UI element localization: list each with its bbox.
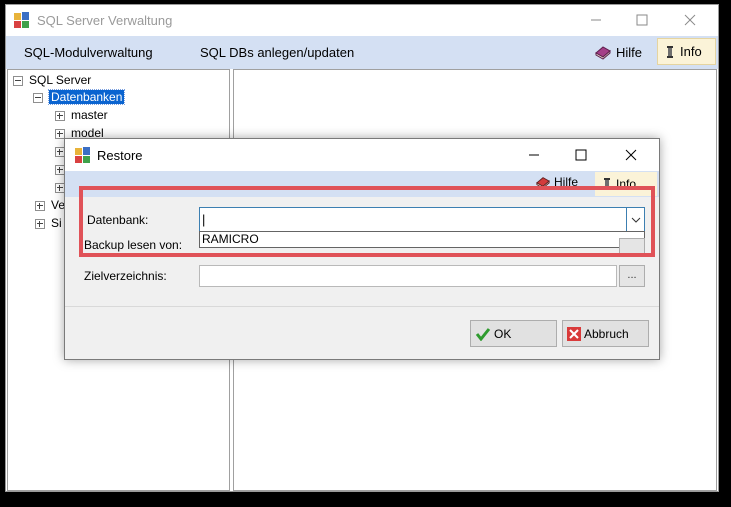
hilfe-label: Hilfe xyxy=(616,44,643,60)
tree-node-sql-server[interactable]: SQL Server xyxy=(13,72,91,89)
main-title-bar: SQL Server Verwaltung xyxy=(6,5,718,36)
cancel-icon xyxy=(567,326,581,341)
dialog-maximize-button[interactable] xyxy=(558,140,604,170)
info-button[interactable]: Info xyxy=(657,38,716,65)
expand-icon[interactable] xyxy=(35,218,45,229)
ok-button[interactable]: OK xyxy=(470,320,557,347)
divider xyxy=(65,306,659,307)
highlight-box xyxy=(79,186,655,257)
maximize-icon xyxy=(575,149,587,161)
collapse-icon[interactable] xyxy=(13,75,23,86)
dialog-title: Restore xyxy=(97,148,143,163)
minimize-icon xyxy=(591,19,601,21)
dialog-close-button[interactable] xyxy=(608,140,654,170)
ok-label: OK xyxy=(494,326,512,341)
menu-sql-modulverwaltung[interactable]: SQL-Modulverwaltung xyxy=(24,45,153,60)
close-icon xyxy=(684,14,696,26)
maximize-icon xyxy=(636,14,648,26)
tree-node-si[interactable]: Si xyxy=(35,215,62,232)
tree-node-datenbanken[interactable]: Datenbanken xyxy=(33,89,126,106)
tree-node-master[interactable]: master xyxy=(55,107,108,124)
expand-icon[interactable] xyxy=(55,110,65,121)
tree-node-ve[interactable]: Ve xyxy=(35,197,65,214)
app-icon xyxy=(14,12,29,28)
collapse-icon[interactable] xyxy=(33,92,43,103)
minimize-icon xyxy=(529,154,539,156)
zielverzeichnis-label: Zielverzeichnis: xyxy=(84,269,167,283)
menu-sql-dbs[interactable]: SQL DBs anlegen/updaten xyxy=(200,45,354,60)
app-icon xyxy=(75,147,90,163)
info-icon xyxy=(667,45,673,58)
expand-icon[interactable] xyxy=(35,200,45,211)
zielverzeichnis-input[interactable] xyxy=(199,265,617,287)
close-icon xyxy=(625,149,637,161)
dialog-title-bar: Restore xyxy=(65,139,659,171)
close-button[interactable] xyxy=(667,5,713,35)
check-icon xyxy=(475,327,491,341)
cancel-label: Abbruch xyxy=(584,326,629,341)
info-label: Info xyxy=(680,44,702,59)
help-book-icon xyxy=(595,46,611,60)
cancel-button[interactable]: Abbruch xyxy=(562,320,649,347)
ziel-browse-button[interactable]: ... xyxy=(619,265,645,287)
menu-bar: SQL-Modulverwaltung SQL DBs anlegen/upda… xyxy=(6,36,718,69)
minimize-button[interactable] xyxy=(573,5,619,35)
hilfe-button[interactable]: Hilfe xyxy=(594,42,642,62)
dialog-minimize-button[interactable] xyxy=(511,140,557,170)
maximize-button[interactable] xyxy=(619,5,665,35)
window-title: SQL Server Verwaltung xyxy=(37,13,173,28)
